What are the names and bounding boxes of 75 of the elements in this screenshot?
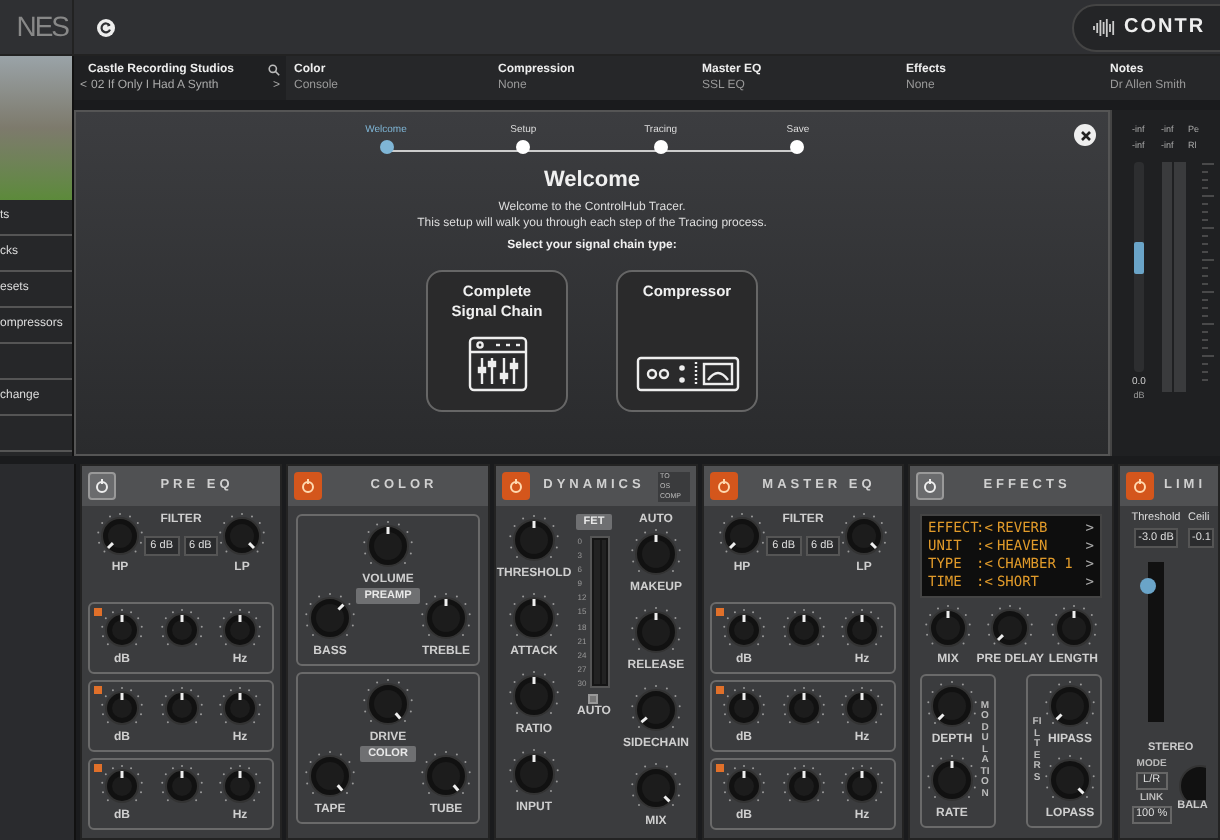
close-button[interactable] [1074, 124, 1096, 146]
band-enable-toggle[interactable] [94, 686, 102, 694]
knob[interactable] [100, 686, 144, 730]
knob[interactable] [629, 684, 682, 736]
waveform-logo-icon [1092, 17, 1116, 37]
knob[interactable] [722, 608, 766, 652]
knob[interactable] [1049, 604, 1098, 652]
knob[interactable] [1044, 754, 1096, 806]
power-icon [508, 478, 524, 494]
knob[interactable] [218, 512, 266, 560]
search-icon[interactable] [268, 64, 280, 76]
power-button[interactable] [1126, 472, 1154, 500]
knob[interactable] [159, 764, 203, 808]
power-icon [94, 478, 110, 494]
knob[interactable] [1044, 680, 1096, 732]
knob[interactable] [722, 764, 766, 808]
knob[interactable] [100, 608, 144, 652]
knob[interactable] [420, 592, 472, 644]
threshold-slider-thumb[interactable] [1140, 578, 1156, 594]
power-button[interactable] [916, 472, 944, 500]
auto-checkbox[interactable] [588, 694, 599, 704]
band-enable-toggle[interactable] [94, 608, 102, 616]
knob[interactable] [420, 750, 472, 802]
knob[interactable] [629, 528, 682, 580]
knob[interactable] [508, 592, 560, 644]
knob[interactable] [781, 608, 825, 652]
power-icon [1132, 478, 1148, 494]
knob[interactable] [362, 678, 414, 730]
knob[interactable] [304, 750, 356, 802]
logo-text: NES [16, 8, 68, 46]
knob[interactable] [218, 686, 262, 730]
power-button[interactable] [710, 472, 738, 500]
photo-placeholder [0, 56, 72, 200]
rack-unit-icon [635, 356, 739, 392]
knob[interactable] [840, 512, 888, 560]
knob[interactable] [840, 764, 884, 808]
band-enable-toggle[interactable] [716, 764, 724, 772]
refresh-icon[interactable] [96, 17, 116, 37]
knob[interactable] [508, 514, 560, 566]
band-enable-toggle[interactable] [716, 608, 724, 616]
band-enable-toggle[interactable] [716, 686, 724, 694]
knob[interactable] [362, 520, 414, 572]
knob[interactable] [840, 686, 884, 730]
brand-text: CONTR [1124, 14, 1206, 42]
mixer-console-icon [467, 336, 527, 392]
power-button[interactable] [88, 472, 116, 500]
power-button[interactable] [502, 472, 530, 500]
knob[interactable] [781, 686, 825, 730]
knob[interactable] [986, 604, 1035, 652]
knob[interactable] [722, 686, 766, 730]
knob[interactable] [218, 764, 262, 808]
knob[interactable] [781, 764, 825, 808]
knob[interactable] [629, 762, 682, 814]
knob[interactable] [304, 592, 356, 644]
knob[interactable] [508, 748, 560, 800]
dialog-title: Welcome [543, 168, 641, 194]
close-icon [1079, 129, 1091, 141]
knob[interactable] [926, 754, 978, 806]
knob[interactable] [926, 680, 978, 732]
knob[interactable] [924, 604, 972, 652]
knob[interactable] [718, 512, 766, 560]
knob[interactable] [840, 608, 884, 652]
band-enable-toggle[interactable] [94, 764, 102, 772]
power-icon [300, 478, 316, 494]
knob[interactable] [159, 686, 203, 730]
knob[interactable] [629, 606, 682, 658]
knob[interactable] [508, 670, 560, 722]
power-icon [716, 478, 732, 494]
knob[interactable] [96, 512, 144, 560]
gain-fader-thumb[interactable] [1133, 242, 1144, 275]
power-icon [922, 478, 938, 494]
knob[interactable] [159, 608, 203, 652]
knob[interactable] [218, 608, 262, 652]
power-button[interactable] [294, 472, 322, 500]
knob[interactable] [100, 764, 144, 808]
